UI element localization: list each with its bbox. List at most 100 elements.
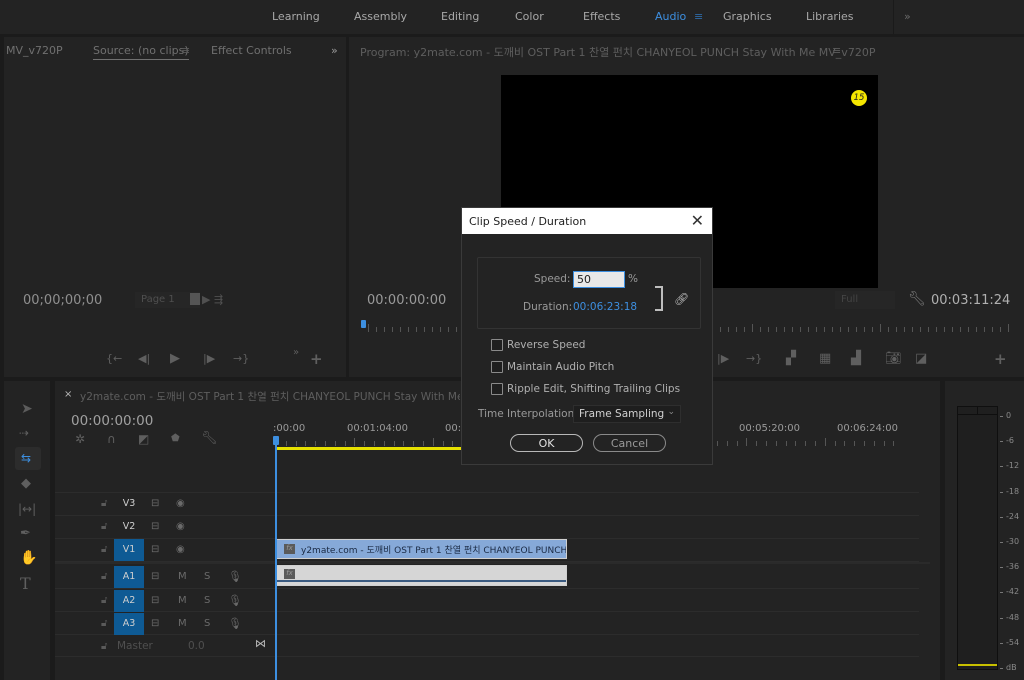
master-value[interactable]: 0.0 — [188, 640, 205, 652]
timeline-settings-icon[interactable]: 🔧︎ — [201, 432, 218, 445]
next-page-icon[interactable]: ▶ — [202, 294, 210, 305]
tab-effect-controls[interactable]: Effect Controls — [211, 44, 292, 57]
workspace-editing[interactable]: Editing — [441, 10, 479, 23]
sync-lock-icon[interactable]: ⊟ — [151, 521, 159, 532]
sync-lock-icon[interactable]: ⊟ — [151, 571, 159, 582]
source-controls-overflow-icon[interactable]: » — [293, 348, 299, 358]
microphone-icon[interactable]: 🎙︎ — [228, 570, 242, 583]
mute-button[interactable]: M — [178, 618, 187, 629]
sync-lock-icon[interactable]: ⊟ — [151, 595, 159, 606]
hand-tool-icon[interactable]: ✋ — [20, 551, 37, 565]
work-area-bar[interactable] — [275, 447, 463, 450]
timeline-playhead-line[interactable] — [275, 445, 277, 680]
eye-icon[interactable]: ◉ — [176, 498, 185, 509]
export-frame-camera-icon[interactable]: 📷︎ — [885, 352, 902, 365]
track-select-tool-icon[interactable]: ⇢ — [19, 427, 29, 439]
eye-icon[interactable]: ◉ — [176, 521, 185, 532]
track-target-v3[interactable]: V3 — [114, 493, 144, 515]
program-timecode-left[interactable]: 00:00:00:00 — [367, 293, 446, 308]
comparison-view-icon[interactable]: ◪ — [915, 352, 927, 365]
cancel-button[interactable]: Cancel — [593, 434, 666, 452]
solo-button[interactable]: S — [204, 571, 210, 582]
add-marker-icon[interactable]: ⬟ — [171, 434, 180, 444]
sync-lock-icon[interactable]: ⊟ — [151, 544, 159, 555]
program-playhead[interactable] — [361, 320, 366, 328]
program-go-to-out-icon[interactable]: →} — [746, 353, 762, 364]
type-tool-icon[interactable]: T — [20, 576, 31, 592]
mute-button[interactable]: M — [178, 595, 187, 606]
source-overflow-icon[interactable]: » — [331, 44, 338, 57]
program-add-button-icon[interactable]: + — [994, 352, 1007, 367]
reverse-speed-label[interactable]: Reverse Speed — [507, 339, 585, 351]
workspace-effects[interactable]: Effects — [583, 10, 620, 23]
ripple-edit-tool[interactable]: ⇆ — [15, 447, 41, 470]
workspace-overflow-icon[interactable]: » — [904, 10, 911, 23]
insert-icon[interactable]: ▟ — [851, 352, 861, 365]
duration-value[interactable]: 00:06:23:18 — [573, 301, 637, 313]
audio-bowtie-icon[interactable]: ⋈ — [255, 637, 266, 650]
sync-lock-icon[interactable]: ⊟ — [151, 618, 159, 629]
solo-button[interactable]: S — [204, 618, 210, 629]
maintain-audio-pitch-checkbox[interactable] — [491, 361, 503, 373]
lock-icon[interactable]: 🔓︎ — [101, 498, 107, 509]
lock-icon[interactable]: 🔓︎ — [101, 571, 107, 582]
workspace-assembly[interactable]: Assembly — [354, 10, 407, 23]
workspace-graphics[interactable]: Graphics — [723, 10, 772, 23]
page-stepper[interactable] — [190, 293, 200, 305]
lock-icon[interactable]: 🔓︎ — [101, 544, 107, 555]
ripple-edit-label[interactable]: Ripple Edit, Shifting Trailing Clips — [507, 383, 680, 395]
pen-tool-icon[interactable]: ✒ — [20, 527, 31, 540]
track-target-a2[interactable]: A2 — [114, 590, 144, 612]
timeline-playhead-handle[interactable] — [273, 436, 279, 445]
slip-tool-icon[interactable]: |↔| — [18, 503, 36, 515]
linked-selection-icon[interactable]: ◩ — [138, 433, 149, 445]
link-chain-icon[interactable]: 🔗︎ — [674, 292, 689, 306]
timeline-timecode[interactable]: 00:00:00:00 — [71, 413, 153, 429]
reverse-speed-checkbox[interactable] — [491, 339, 503, 351]
resolution-dropdown[interactable]: Full — [835, 291, 895, 309]
ripple-edit-checkbox[interactable] — [491, 383, 503, 395]
time-interpolation-dropdown[interactable]: Frame Sampling ⌄ — [573, 405, 681, 423]
lock-icon[interactable]: 🔓︎ — [101, 641, 107, 652]
microphone-icon[interactable]: 🎙︎ — [228, 617, 242, 630]
video-clip[interactable]: fx y2mate.com - 도깨비 OST Part 1 찬열 펀치 CHA… — [275, 539, 567, 559]
speed-input[interactable] — [573, 271, 625, 288]
program-step-forward-icon[interactable]: |▶ — [717, 353, 729, 364]
play-icon[interactable]: ▶ — [170, 352, 180, 365]
tab-partial-sequence[interactable]: MV_v720P — [6, 44, 63, 57]
workspace-menu-icon[interactable]: ≡ — [694, 10, 703, 23]
close-icon[interactable]: ✕ — [691, 211, 704, 230]
lock-icon[interactable]: 🔓︎ — [101, 618, 107, 629]
lift-icon[interactable]: ▞ — [786, 352, 796, 365]
step-forward-icon[interactable]: |▶ — [203, 353, 215, 364]
audio-clip[interactable]: fx — [275, 565, 567, 586]
lock-icon[interactable]: 🔓︎ — [101, 595, 107, 606]
razor-tool-icon[interactable]: ◆ — [21, 477, 31, 490]
track-target-a1[interactable]: A1 — [114, 566, 144, 588]
program-menu-icon[interactable]: ≡ — [832, 44, 841, 57]
video-audio-divider[interactable] — [55, 562, 930, 564]
settings-wrench-icon[interactable]: 🔧︎ — [908, 292, 926, 306]
eye-icon[interactable]: ◉ — [176, 544, 185, 555]
workspace-libraries[interactable]: Libraries — [806, 10, 854, 23]
selection-tool-icon[interactable]: ➤ — [21, 402, 33, 416]
track-target-a3[interactable]: A3 — [114, 613, 144, 635]
go-to-in-icon[interactable]: {← — [106, 353, 122, 364]
nest-toggle-icon[interactable]: ✲ — [75, 433, 85, 445]
close-sequence-icon[interactable]: × — [64, 389, 72, 400]
lock-icon[interactable]: 🔓︎ — [101, 521, 107, 532]
source-timecode[interactable]: 00;00;00;00 — [23, 293, 102, 308]
source-add-button-icon[interactable]: + — [310, 352, 323, 367]
microphone-icon[interactable]: 🎙︎ — [228, 594, 242, 607]
workspace-audio[interactable]: Audio — [655, 10, 686, 23]
program-title[interactable]: Program: y2mate.com - 도깨비 OST Part 1 찬열 … — [360, 44, 875, 60]
workspace-color[interactable]: Color — [515, 10, 544, 23]
step-back-icon[interactable]: ◀| — [138, 353, 150, 364]
maintain-audio-pitch-label[interactable]: Maintain Audio Pitch — [507, 361, 614, 373]
mute-button[interactable]: M — [178, 571, 187, 582]
track-target-v1[interactable]: V1 — [114, 539, 144, 561]
extract-icon[interactable]: ▦ — [819, 352, 831, 365]
sync-lock-icon[interactable]: ⊟ — [151, 498, 159, 509]
go-to-out-icon[interactable]: →} — [233, 353, 249, 364]
track-target-v2[interactable]: V2 — [114, 516, 144, 538]
